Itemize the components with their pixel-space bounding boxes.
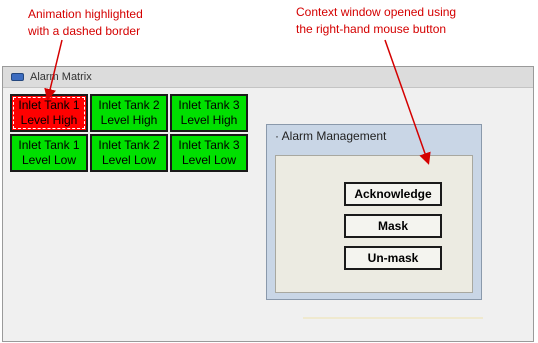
annotation-arrows — [44, 39, 431, 165]
arrow-to-dashed-tile — [44, 39, 63, 101]
arrow-to-context-window — [384, 39, 431, 165]
